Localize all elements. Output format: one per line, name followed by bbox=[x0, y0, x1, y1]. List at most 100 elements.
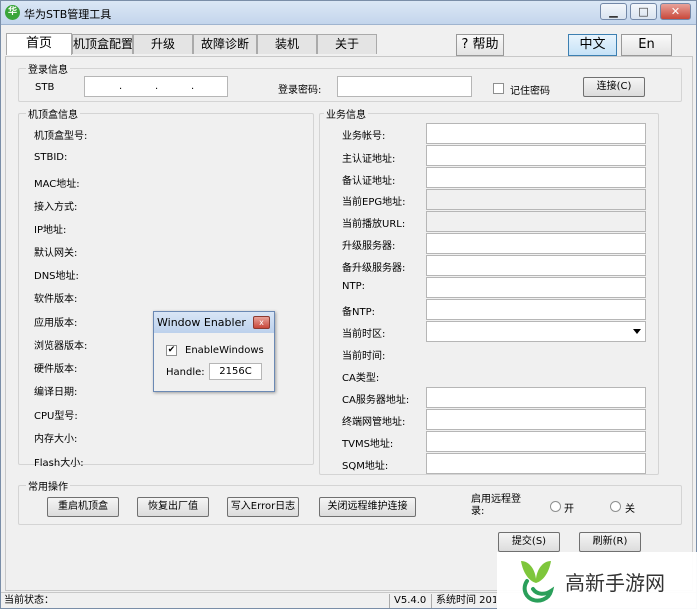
service-info-title: 业务信息 bbox=[324, 106, 368, 121]
memory-size-label: 内存大小: bbox=[34, 434, 78, 445]
handle-label: Handle: bbox=[166, 367, 205, 378]
ip-dot: . bbox=[155, 81, 159, 92]
watermark: 高新手游网 bbox=[497, 552, 697, 609]
remember-password-checkbox[interactable] bbox=[493, 83, 504, 94]
remote-off-radio[interactable] bbox=[610, 501, 621, 512]
tab-diagnosis[interactable]: 故障诊断 bbox=[193, 34, 257, 54]
tab-home[interactable]: 首页 bbox=[6, 33, 72, 55]
play-url-label: 当前播放URL: bbox=[342, 219, 406, 230]
stb-model-label: 机顶盒型号: bbox=[34, 131, 88, 142]
main-auth-input[interactable] bbox=[426, 145, 646, 166]
enable-windows-checkbox[interactable]: ✔ bbox=[166, 345, 177, 356]
mac-label: MAC地址: bbox=[34, 179, 80, 190]
connect-button[interactable]: 连接(C) bbox=[583, 77, 645, 97]
build-date-label: 编译日期: bbox=[34, 387, 78, 398]
dialog-title-bar: Window Enabler x bbox=[154, 312, 274, 333]
tvms-input[interactable] bbox=[426, 431, 646, 452]
ntp-input[interactable] bbox=[426, 277, 646, 298]
backup-upgrade-server-input[interactable] bbox=[426, 255, 646, 276]
tab-about[interactable]: 关于 bbox=[317, 34, 377, 54]
factory-reset-button[interactable]: 恢复出厂值 bbox=[137, 497, 209, 517]
status-divider bbox=[431, 594, 432, 608]
remote-on-radio[interactable] bbox=[550, 501, 561, 512]
maximize-button[interactable]: □ bbox=[630, 3, 657, 20]
timezone-label: 当前时区: bbox=[342, 329, 386, 340]
cpu-model-label: CPU型号: bbox=[34, 411, 78, 422]
app-version-label: 应用版本: bbox=[34, 318, 78, 329]
handle-field[interactable]: 2156C bbox=[209, 363, 262, 380]
backup-ntp-input[interactable] bbox=[426, 299, 646, 320]
ip-address-label: IP地址: bbox=[34, 225, 67, 236]
main-auth-label: 主认证地址: bbox=[342, 154, 396, 165]
epg-address-field bbox=[426, 189, 646, 210]
refresh-button[interactable]: 刷新(R) bbox=[579, 532, 641, 552]
home-panel: 登录信息 STB . . . 登录密码: 记住密码 连接(C) 机顶盒信息 机顶… bbox=[5, 56, 693, 591]
epg-address-label: 当前EPG地址: bbox=[342, 197, 406, 208]
terminal-mgmt-input[interactable] bbox=[426, 409, 646, 430]
password-input[interactable] bbox=[337, 76, 472, 97]
login-group-title: 登录信息 bbox=[26, 61, 70, 76]
title-bar: 华 华为STB管理工具 ▁ □ ✕ bbox=[1, 1, 696, 25]
watermark-logo-icon bbox=[521, 561, 555, 603]
password-label: 登录密码: bbox=[278, 85, 322, 96]
service-account-input[interactable] bbox=[426, 123, 646, 144]
dialog-title: Window Enabler bbox=[157, 316, 246, 329]
remember-password-label: 记住密码 bbox=[510, 86, 550, 97]
ip-dot: . bbox=[191, 81, 195, 92]
version-text: V5.4.0 bbox=[394, 595, 427, 606]
play-url-field bbox=[426, 211, 646, 232]
timezone-select[interactable] bbox=[426, 321, 646, 342]
system-time-text: 系统时间 201 bbox=[436, 595, 496, 606]
close-button[interactable]: ✕ bbox=[660, 3, 691, 20]
window-enabler-dialog: Window Enabler x ✔ EnableWindows Handle:… bbox=[153, 311, 275, 392]
tvms-label: TVMS地址: bbox=[342, 439, 394, 450]
gateway-label: 默认网关: bbox=[34, 248, 78, 259]
watermark-text: 高新手游网 bbox=[565, 571, 665, 595]
lang-en-button[interactable]: En bbox=[621, 34, 672, 56]
browser-version-label: 浏览器版本: bbox=[34, 341, 88, 352]
status-divider bbox=[389, 594, 390, 608]
help-button[interactable]: ? 帮助 bbox=[456, 34, 504, 56]
ca-type-label: CA类型: bbox=[342, 373, 380, 384]
ca-server-input[interactable] bbox=[426, 387, 646, 408]
upgrade-server-label: 升级服务器: bbox=[342, 241, 396, 252]
dropdown-arrow-icon bbox=[633, 329, 641, 334]
backup-upgrade-server-label: 备升级服务器: bbox=[342, 263, 406, 274]
terminal-mgmt-label: 终端网管地址: bbox=[342, 417, 406, 428]
lang-zh-button[interactable]: 中文 bbox=[568, 34, 617, 56]
backup-auth-input[interactable] bbox=[426, 167, 646, 188]
backup-ntp-label: 备NTP: bbox=[342, 307, 375, 318]
software-version-label: 软件版本: bbox=[34, 294, 78, 305]
remote-on-label: 开 bbox=[564, 504, 574, 515]
current-time-label: 当前时间: bbox=[342, 351, 386, 362]
app-logo-icon: 华 bbox=[5, 5, 20, 20]
stb-label: STB bbox=[35, 82, 55, 93]
dialog-close-button[interactable]: x bbox=[253, 316, 270, 329]
tab-stb-config[interactable]: 机顶盒配置 bbox=[72, 34, 133, 54]
stbid-label: STBID: bbox=[34, 152, 68, 163]
service-account-label: 业务帐号: bbox=[342, 131, 386, 142]
sqm-label: SQM地址: bbox=[342, 461, 389, 472]
ntp-label: NTP: bbox=[342, 281, 365, 292]
enable-windows-label: EnableWindows bbox=[185, 345, 264, 356]
write-error-log-button[interactable]: 写入Error日志 bbox=[227, 497, 299, 517]
backup-auth-label: 备认证地址: bbox=[342, 176, 396, 187]
main-window: 华 华为STB管理工具 ▁ □ ✕ 首页 机顶盒配置 升级 故障诊断 装机 关于… bbox=[0, 0, 697, 609]
close-remote-button[interactable]: 关闭远程维护连接 bbox=[319, 497, 416, 517]
tab-upgrade[interactable]: 升级 bbox=[133, 34, 193, 54]
upgrade-server-input[interactable] bbox=[426, 233, 646, 254]
access-mode-label: 接入方式: bbox=[34, 202, 78, 213]
status-label: 当前状态： bbox=[4, 595, 54, 606]
window-title: 华为STB管理工具 bbox=[24, 8, 112, 21]
stb-ip-input[interactable]: . . . bbox=[84, 76, 228, 97]
reboot-stb-button[interactable]: 重启机顶盒 bbox=[47, 497, 119, 517]
sqm-input[interactable] bbox=[426, 453, 646, 474]
submit-button[interactable]: 提交(S) bbox=[498, 532, 560, 552]
ca-server-label: CA服务器地址: bbox=[342, 395, 410, 406]
ip-dot: . bbox=[119, 81, 123, 92]
flash-size-label: Flash大小: bbox=[34, 458, 84, 469]
common-ops-title: 常用操作 bbox=[26, 478, 70, 493]
remote-off-label: 关 bbox=[625, 504, 635, 515]
tab-install[interactable]: 装机 bbox=[257, 34, 317, 54]
minimize-button[interactable]: ▁ bbox=[600, 3, 627, 20]
